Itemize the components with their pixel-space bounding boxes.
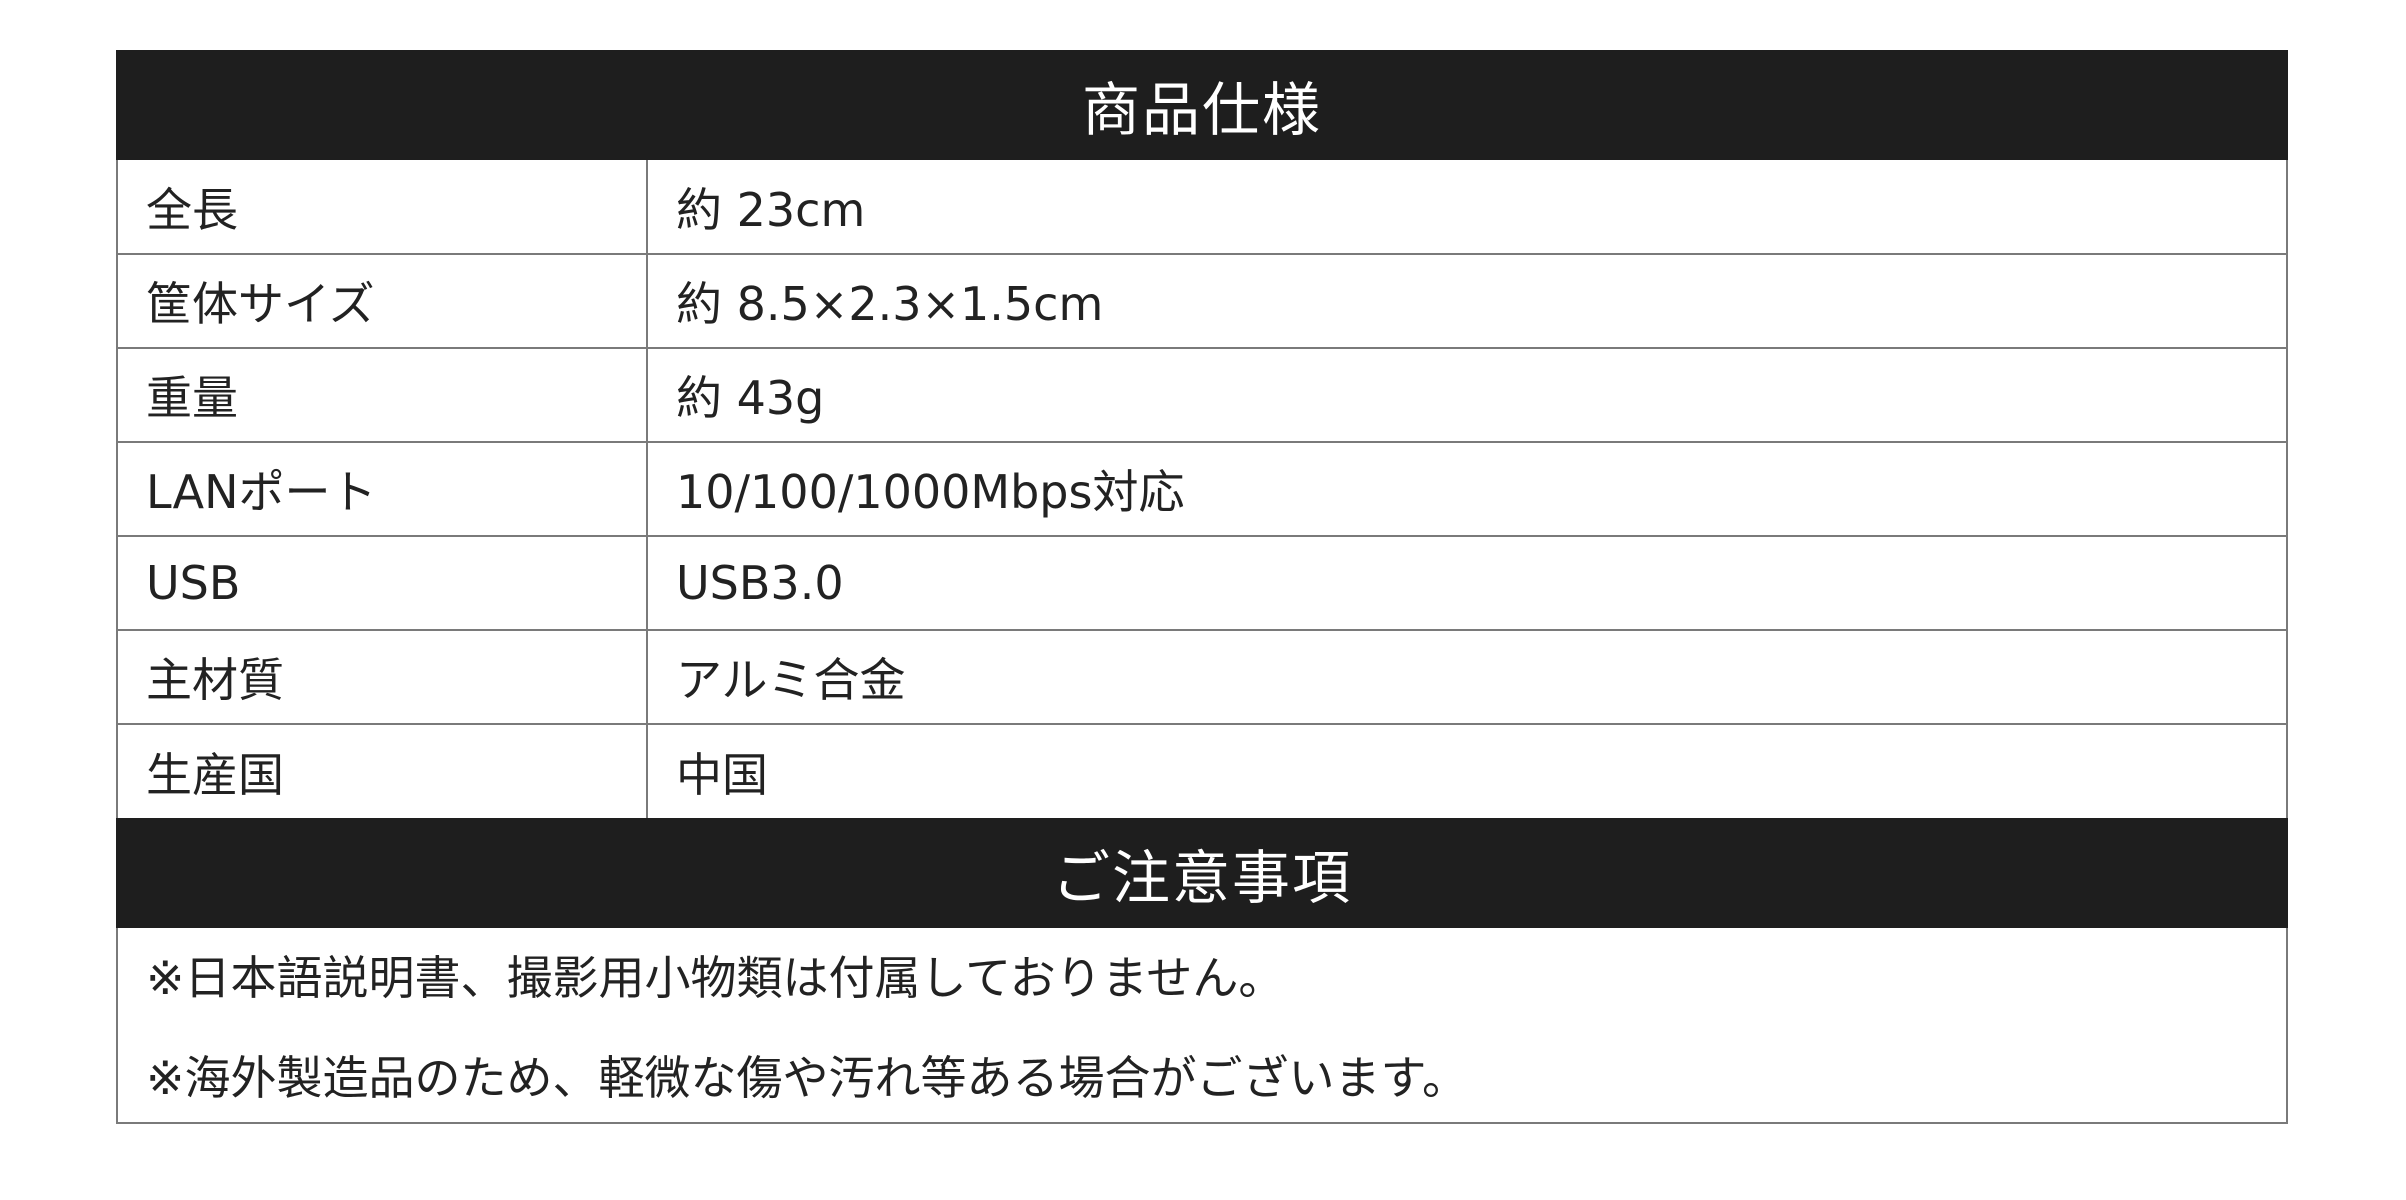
spec-label-weight: 重量: [116, 347, 648, 443]
notes-section-title: ご注意事項: [1051, 844, 1352, 912]
spec-value-material: アルミ合金: [646, 629, 2288, 725]
notes-section-header: ご注意事項: [116, 818, 2288, 928]
spec-label-country: 生産国: [116, 723, 648, 818]
spec-label-usb: USB: [116, 535, 648, 631]
spec-label-length: 全長: [116, 160, 648, 255]
spec-table: 全長 約 23cm 筐体サイズ 約 8.5×2.3×1.5cm 重量 約 43g…: [116, 160, 2288, 818]
table-row: 筐体サイズ 約 8.5×2.3×1.5cm: [116, 253, 2288, 349]
spec-section-header: 商品仕様: [116, 50, 2288, 160]
table-row: 重量 約 43g: [116, 347, 2288, 443]
notes-box: ※日本語説明書、撮影用小物類は付属しておりません。 ※海外製造品のため、軽微な傷…: [116, 928, 2288, 1124]
table-row: 主材質 アルミ合金: [116, 629, 2288, 725]
spec-value-lan-port: 10/100/1000Mbps対応: [646, 441, 2288, 537]
spec-section-title: 商品仕様: [1081, 76, 1322, 144]
spec-label-lan-port: LANポート: [116, 441, 648, 537]
spec-value-usb: USB3.0: [646, 535, 2288, 631]
spec-value-weight: 約 43g: [646, 347, 2288, 443]
table-row: LANポート 10/100/1000Mbps対応: [116, 441, 2288, 537]
note-item-manual: ※日本語説明書、撮影用小物類は付属しておりません。: [146, 951, 1285, 1005]
spec-value-length: 約 23cm: [646, 160, 2288, 255]
spec-value-country: 中国: [646, 723, 2288, 818]
table-row: 生産国 中国: [116, 723, 2288, 818]
product-spec-sheet: 商品仕様 全長 約 23cm 筐体サイズ 約 8.5×2.3×1.5cm 重量 …: [116, 50, 2288, 1124]
spec-value-housing-size: 約 8.5×2.3×1.5cm: [646, 253, 2288, 349]
table-row: USB USB3.0: [116, 535, 2288, 631]
note-item-scratches: ※海外製造品のため、軽微な傷や汚れ等ある場合がございます。: [146, 1051, 1468, 1105]
spec-label-housing-size: 筐体サイズ: [116, 253, 648, 349]
table-row: 全長 約 23cm: [116, 160, 2288, 255]
spec-label-material: 主材質: [116, 629, 648, 725]
